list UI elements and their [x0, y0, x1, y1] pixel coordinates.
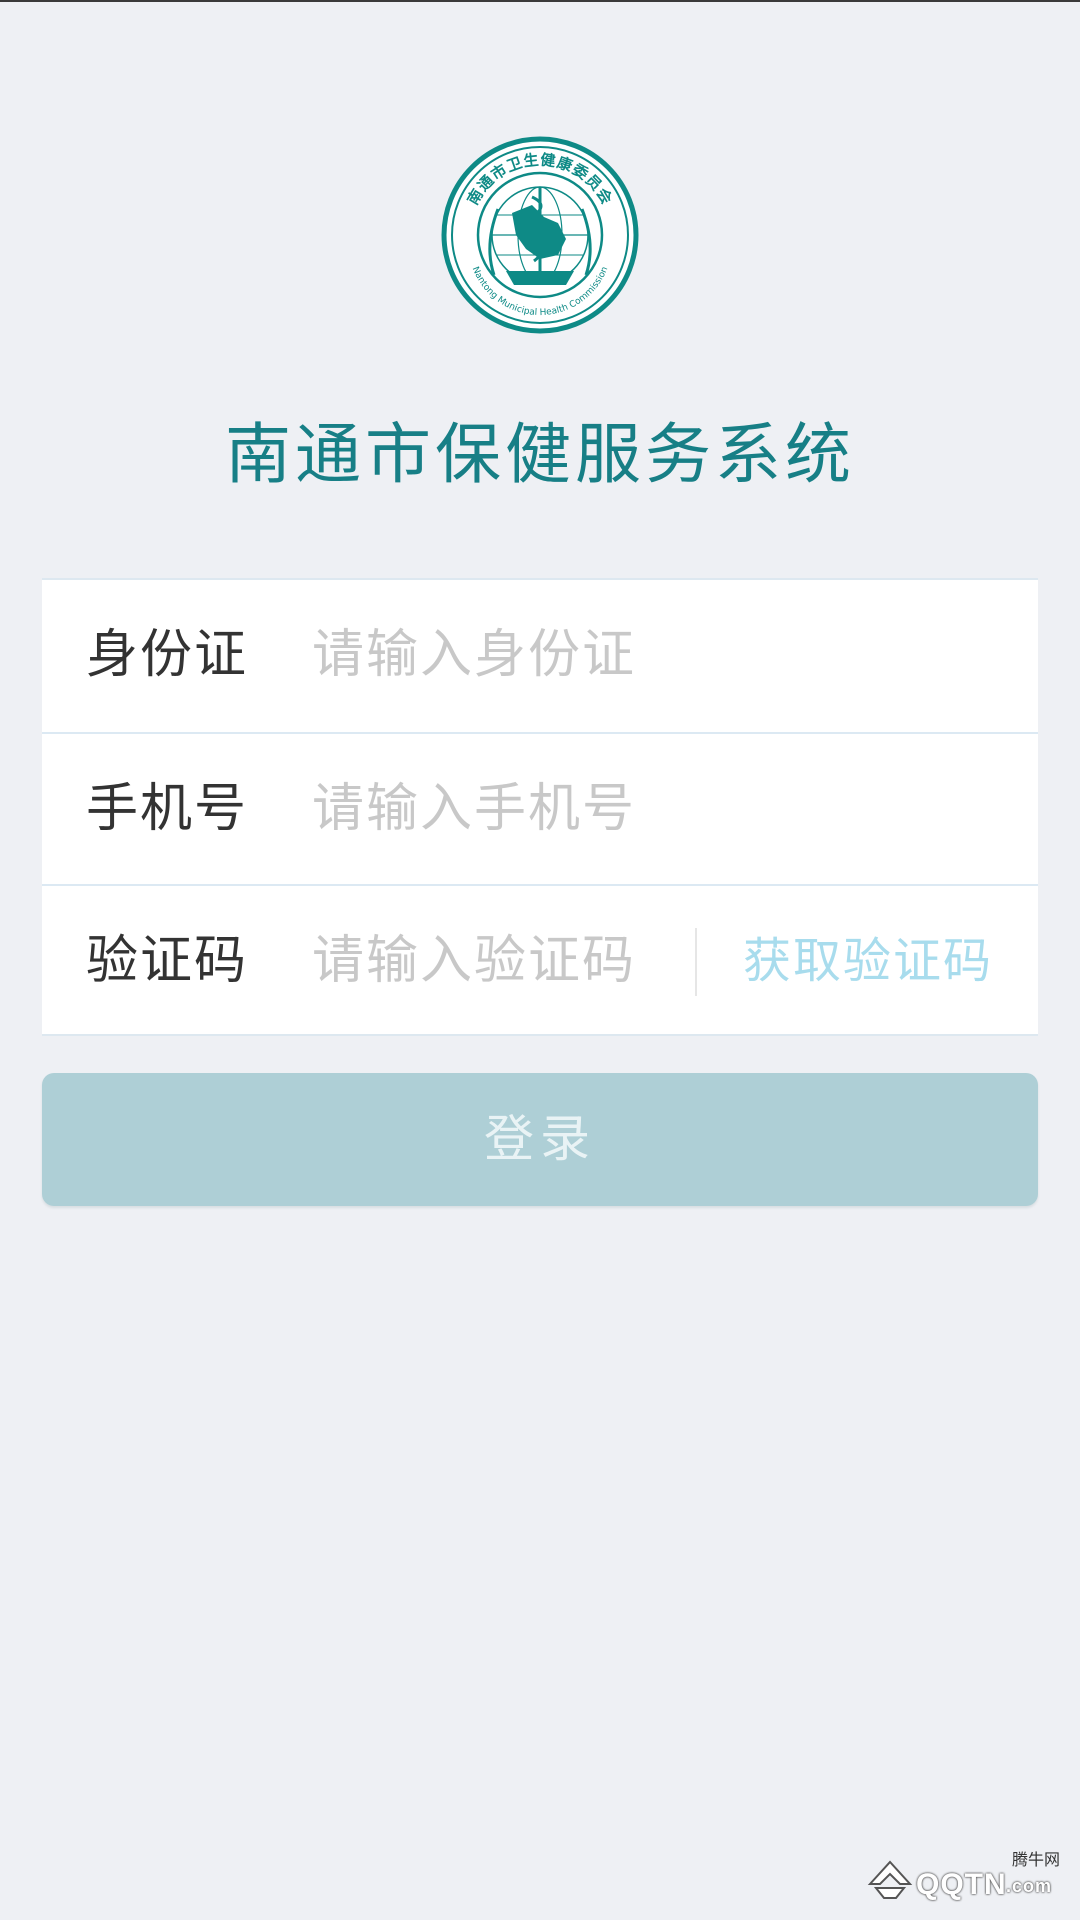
health-commission-logo-icon: 南通市卫生健康委员会 Nantong Municipal Health Comm…: [441, 136, 639, 334]
code-divider: [695, 928, 697, 996]
phone-label: 手机号: [86, 779, 249, 839]
watermark-suffix: .com: [1006, 1876, 1053, 1896]
code-row: 验证码 获取验证码: [42, 884, 1038, 1036]
phone-row: 手机号: [42, 732, 1038, 884]
get-code-button[interactable]: 获取验证码: [718, 886, 1018, 1036]
login-form: 身份证 手机号 验证码 获取验证码: [42, 578, 1038, 1036]
app-title: 南通市保健服务系统: [225, 416, 855, 493]
id-card-row: 身份证: [42, 580, 1038, 730]
id-card-input[interactable]: [312, 580, 892, 730]
code-input[interactable]: [312, 886, 692, 1036]
top-border: [0, 0, 1080, 2]
watermark-text: QQTN: [916, 1868, 1007, 1901]
watermark-small-text: 腾牛网: [1012, 1850, 1061, 1869]
login-button[interactable]: 登录: [42, 1073, 1038, 1206]
code-label: 验证码: [86, 931, 249, 991]
id-card-label: 身份证: [86, 625, 249, 685]
phone-input[interactable]: [312, 734, 892, 884]
watermark-logo-icon: [867, 1860, 913, 1899]
watermark: QQTN 腾牛网 .com: [866, 1846, 1066, 1906]
